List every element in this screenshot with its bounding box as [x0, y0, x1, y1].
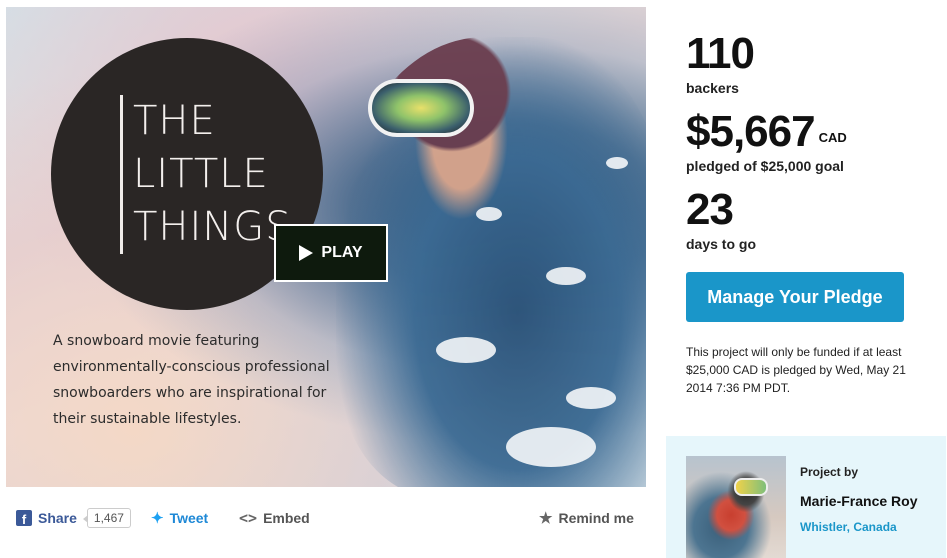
share-count: 1,467: [82, 508, 131, 528]
facebook-icon: f: [16, 510, 32, 526]
creator-avatar[interactable]: [686, 456, 786, 558]
film-title-line: THINGS: [133, 204, 292, 250]
pledged-label: pledged of $25,000 goal: [686, 158, 844, 174]
project-stats: 110 backers $5,667 CAD pledged of $25,000…: [686, 30, 936, 264]
snow-speck: [436, 337, 496, 363]
facebook-share-button[interactable]: f Share 1,467: [16, 500, 131, 536]
backers-count: 110: [686, 29, 755, 78]
play-icon: [299, 245, 314, 261]
pledged-currency: CAD: [818, 130, 847, 145]
tweet-label: Tweet: [169, 510, 209, 526]
hero-photo-goggles: [368, 79, 474, 137]
embed-label: Embed: [263, 510, 310, 526]
backers-label: backers: [686, 80, 739, 96]
film-title-line: LITTLE: [133, 151, 269, 197]
snow-speck: [546, 267, 586, 285]
snow-speck: [476, 207, 502, 221]
project-blurb: A snowboard movie featuring environmenta…: [53, 333, 330, 427]
embed-icon: <>: [239, 509, 258, 527]
days-label: days to go: [686, 236, 757, 252]
twitter-icon: ✦: [151, 510, 164, 527]
avatar-goggles: [734, 478, 768, 496]
remind-me-button[interactable]: ★ Remind me: [539, 500, 634, 536]
days-stat: 23 days to go: [686, 185, 936, 253]
project-video[interactable]: THE LITTLE THINGS PLAY A snowboard movie…: [6, 7, 646, 487]
play-button[interactable]: PLAY: [274, 224, 388, 282]
play-label: PLAY: [321, 244, 363, 261]
funding-note: This project will only be funded if at l…: [686, 345, 906, 395]
creator-location-link[interactable]: Whistler, Canada: [800, 520, 897, 534]
pledged-amount-row: $5,667 CAD: [686, 108, 936, 156]
creator-panel: Project by Marie-France Roy Whistler, Ca…: [666, 436, 946, 558]
creator-name-link[interactable]: Marie-France Roy: [800, 493, 917, 509]
tweet-button[interactable]: ✦ Tweet: [151, 500, 208, 536]
creator-heading: Project by: [800, 465, 859, 479]
pledged-stat: $5,667 CAD pledged of $25,000 goal: [686, 108, 936, 175]
remind-label: Remind me: [558, 510, 634, 526]
snow-speck: [606, 157, 628, 169]
backers-stat: 110 backers: [686, 29, 936, 97]
embed-button[interactable]: <> Embed: [239, 500, 310, 536]
share-bar: f Share 1,467 ✦ Tweet <> Embed ★ Remind …: [6, 500, 646, 536]
snow-speck: [506, 427, 596, 467]
pledged-amount: $5,667: [686, 107, 816, 156]
star-icon: ★: [539, 510, 553, 527]
share-label: Share: [38, 510, 77, 526]
snow-speck: [566, 387, 616, 409]
film-title-line: THE: [133, 98, 216, 144]
manage-pledge-button[interactable]: Manage Your Pledge: [686, 272, 904, 322]
days-count: 23: [686, 185, 734, 234]
film-title: THE LITTLE THINGS: [120, 95, 292, 254]
